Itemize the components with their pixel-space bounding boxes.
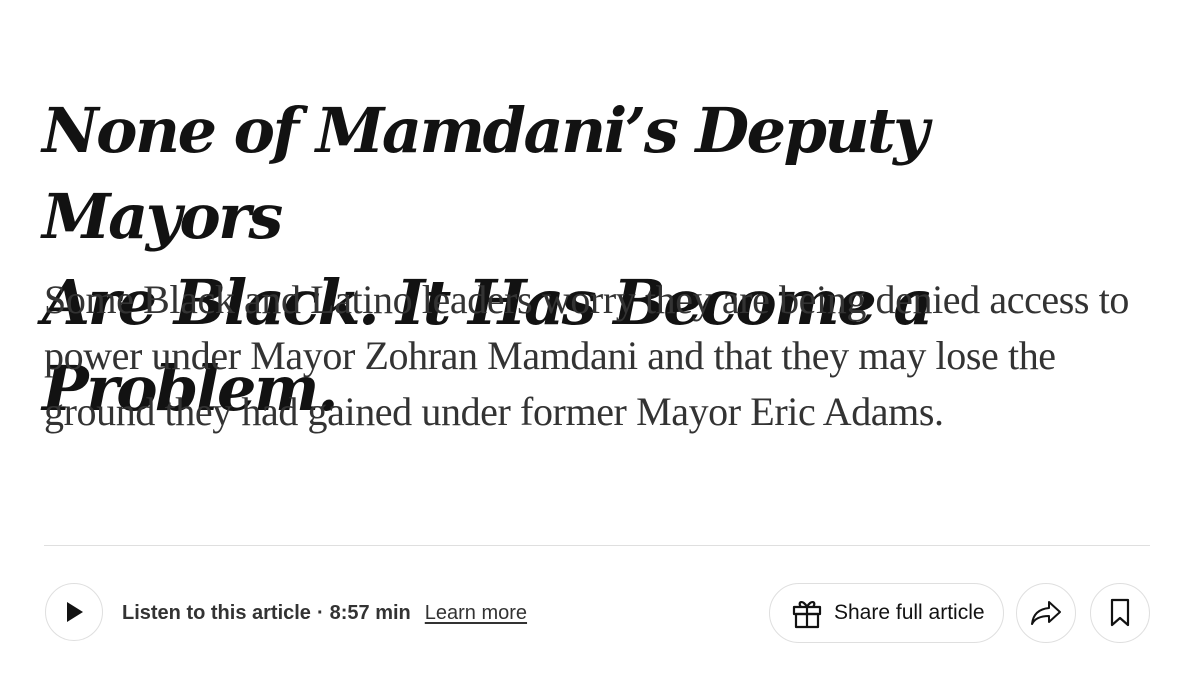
audio-info: Listen to this article · 8:57 min Learn … bbox=[122, 598, 527, 628]
play-icon bbox=[67, 602, 83, 622]
listen-label: Listen to this article bbox=[122, 601, 311, 624]
gift-icon bbox=[792, 601, 822, 629]
share-full-article-button[interactable]: Share full article bbox=[769, 583, 1004, 643]
learn-more-link[interactable]: Learn more bbox=[425, 602, 527, 625]
separator-dot: · bbox=[316, 601, 324, 624]
divider bbox=[44, 545, 1150, 546]
share-arrow-icon bbox=[1031, 601, 1061, 625]
play-audio-button[interactable] bbox=[45, 583, 103, 641]
share-full-article-label: Share full article bbox=[834, 601, 985, 624]
audio-duration: 8:57 min bbox=[329, 601, 411, 624]
headline-line-1: None of Mamdani’s Deputy Mayors bbox=[42, 94, 929, 253]
share-button[interactable] bbox=[1016, 583, 1076, 643]
article-summary: Some Black and Latino leaders worry they… bbox=[44, 277, 1130, 434]
bookmark-icon bbox=[1110, 598, 1130, 627]
save-bookmark-button[interactable] bbox=[1090, 583, 1150, 643]
